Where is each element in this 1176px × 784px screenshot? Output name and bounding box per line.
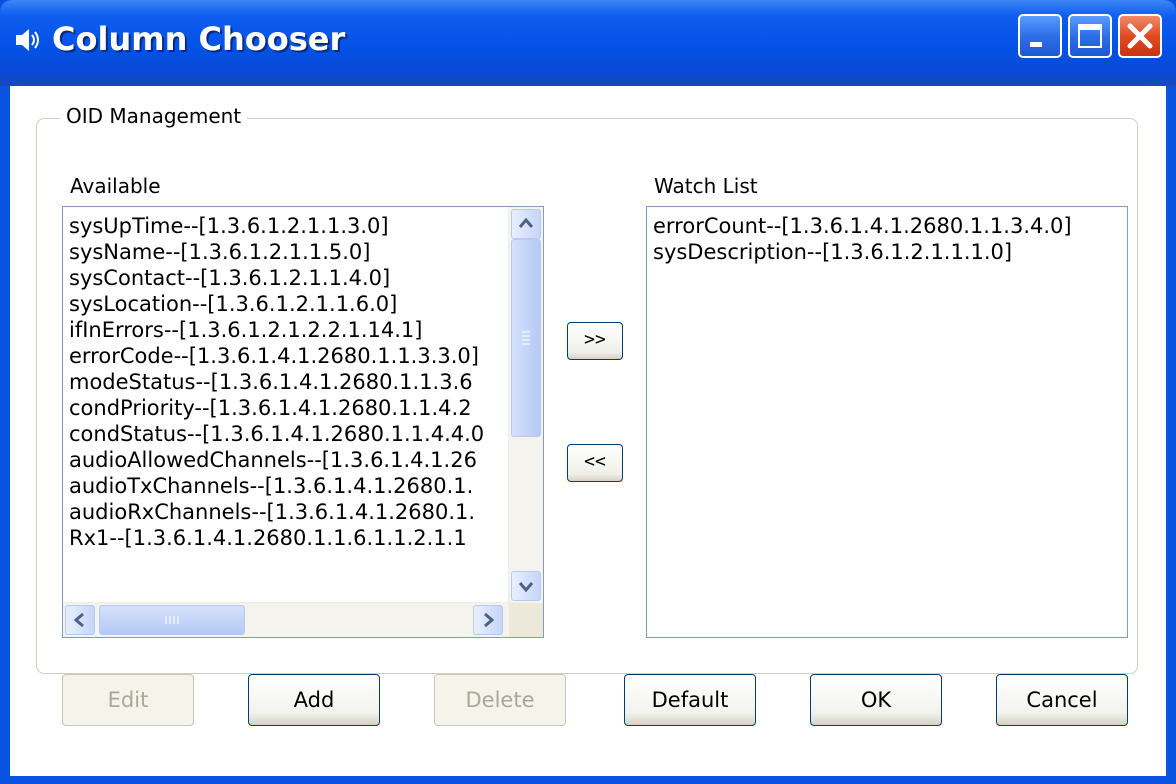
title-bar[interactable]: Column Chooser (0, 0, 1176, 86)
scrollbar-corner (509, 603, 543, 637)
list-item[interactable]: sysLocation--[1.3.6.1.2.1.1.6.0] (69, 291, 503, 317)
list-item[interactable]: errorCount--[1.3.6.1.4.1.2680.1.1.3.4.0] (653, 213, 1121, 239)
chevron-down-icon (518, 582, 534, 593)
watch-list-items: errorCount--[1.3.6.1.4.1.2680.1.1.3.4.0]… (653, 213, 1121, 265)
minimize-icon (1030, 42, 1042, 47)
maximize-button[interactable] (1068, 14, 1112, 58)
scroll-left-button[interactable] (65, 605, 95, 635)
list-item[interactable]: audioRxChannels--[1.3.6.1.4.1.2680.1. (69, 499, 503, 525)
chevron-right-icon (484, 612, 495, 628)
add-to-watch-list-button[interactable]: >> (567, 322, 623, 360)
cancel-button[interactable]: Cancel (996, 674, 1128, 726)
maximize-icon (1078, 24, 1102, 48)
horizontal-scroll-thumb[interactable] (99, 605, 245, 635)
chevron-left-icon (73, 612, 84, 628)
available-vertical-scrollbar[interactable] (508, 207, 543, 603)
list-item[interactable]: errorCode--[1.3.6.1.4.1.2680.1.1.3.3.0] (69, 343, 503, 369)
available-list[interactable]: sysUpTime--[1.3.6.1.2.1.1.3.0] sysName--[… (62, 206, 544, 638)
available-items: sysUpTime--[1.3.6.1.2.1.1.3.0] sysName--[… (69, 213, 503, 551)
window-title: Column Chooser (52, 20, 346, 58)
scroll-up-button[interactable] (511, 209, 541, 239)
list-item[interactable]: audioAllowedChannels--[1.3.6.1.4.1.26 (69, 447, 503, 473)
add-button[interactable]: Add (248, 674, 380, 726)
watch-list-label: Watch List (654, 174, 758, 198)
list-item[interactable]: Rx1--[1.3.6.1.4.1.2680.1.1.6.1.1.2.1.1 (69, 525, 503, 551)
watch-list[interactable]: errorCount--[1.3.6.1.4.1.2680.1.1.3.4.0]… (646, 206, 1128, 638)
delete-button[interactable]: Delete (434, 674, 566, 726)
minimize-button[interactable] (1018, 14, 1062, 58)
list-item[interactable]: ifInErrors--[1.3.6.1.2.1.2.2.1.14.1] (69, 317, 503, 343)
scroll-down-button[interactable] (511, 571, 541, 601)
available-label: Available (70, 174, 161, 198)
remove-from-watch-list-button[interactable]: << (567, 444, 623, 482)
list-item[interactable]: condStatus--[1.3.6.1.4.1.2680.1.1.4.4.0 (69, 421, 503, 447)
list-item[interactable]: modeStatus--[1.3.6.1.4.1.2680.1.1.3.6 (69, 369, 503, 395)
vertical-scroll-thumb[interactable] (511, 239, 541, 437)
scroll-right-button[interactable] (473, 605, 503, 635)
column-chooser-window: Column Chooser OID Management Available … (0, 0, 1176, 784)
grip-icon (522, 331, 530, 345)
list-item[interactable]: sysName--[1.3.6.1.2.1.1.5.0] (69, 239, 503, 265)
speaker-icon (16, 29, 39, 51)
list-item[interactable]: condPriority--[1.3.6.1.4.1.2680.1.1.4.2 (69, 395, 503, 421)
list-item[interactable]: audioTxChannels--[1.3.6.1.4.1.2680.1. (69, 473, 503, 499)
group-label: OID Management (60, 104, 248, 128)
default-button[interactable]: Default (624, 674, 756, 726)
list-item[interactable]: sysContact--[1.3.6.1.2.1.1.4.0] (69, 265, 503, 291)
list-item[interactable]: sysUpTime--[1.3.6.1.2.1.1.3.0] (69, 213, 503, 239)
dialog-body: OID Management Available Watch List sysU… (10, 86, 1166, 776)
close-button[interactable] (1118, 14, 1162, 58)
grip-icon (165, 616, 179, 624)
chevron-up-icon (518, 217, 534, 228)
edit-button[interactable]: Edit (62, 674, 194, 726)
available-horizontal-scrollbar[interactable] (63, 602, 509, 637)
list-item[interactable]: sysDescription--[1.3.6.1.2.1.1.1.0] (653, 239, 1121, 265)
close-icon (1127, 23, 1153, 49)
ok-button[interactable]: OK (810, 674, 942, 726)
